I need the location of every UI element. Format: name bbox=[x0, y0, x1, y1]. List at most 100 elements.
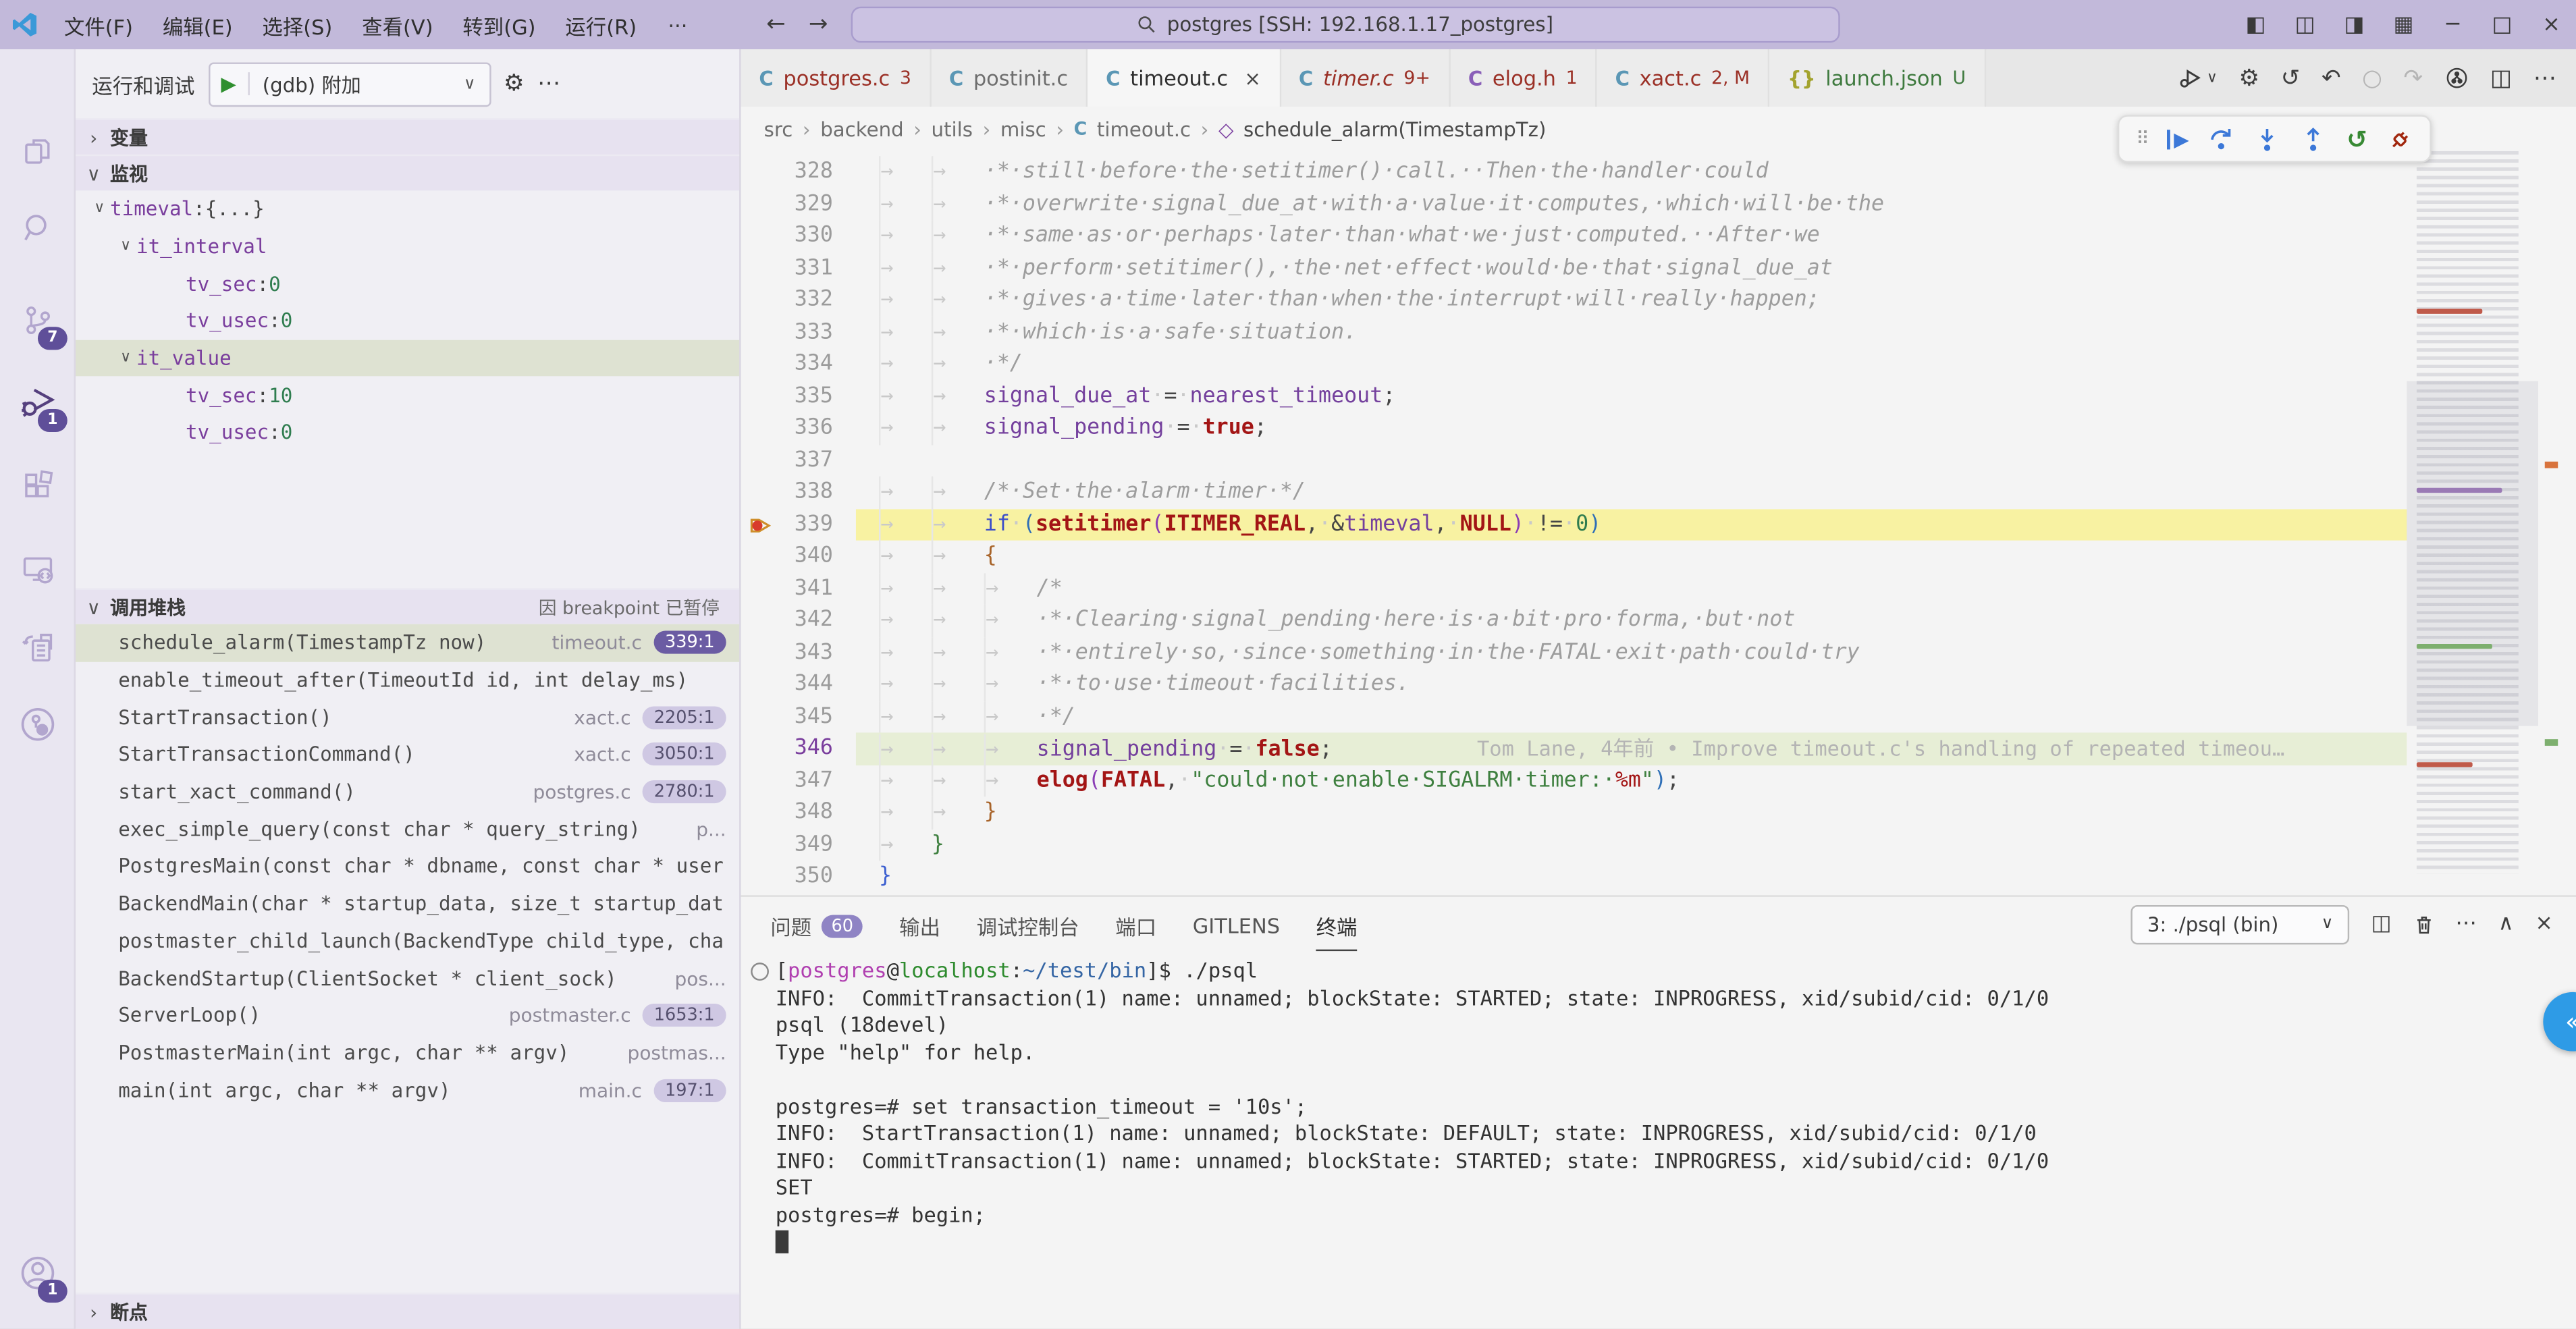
tab-postinit.c[interactable]: Cpostinit.c bbox=[931, 49, 1088, 107]
code-line[interactable]: 332→→·*·gives·a·time·later·than·when·the… bbox=[741, 284, 2576, 316]
section-breakpoints[interactable]: › 断点 bbox=[76, 1293, 739, 1329]
editor-more-icon[interactable]: ⋯ bbox=[2533, 65, 2556, 91]
menu-item[interactable]: 查看(V) bbox=[347, 14, 448, 39]
code-line[interactable]: 342→→→·*·Clearing·signal_pending·here·is… bbox=[741, 605, 2576, 636]
menu-item[interactable]: 编辑(E) bbox=[148, 14, 248, 39]
code-line[interactable]: 348→→} bbox=[741, 796, 2576, 828]
continue-icon[interactable]: ▶ bbox=[2167, 129, 2189, 148]
panel-tab-输出[interactable]: 输出 bbox=[899, 897, 940, 951]
timeline-history-icon[interactable]: ↺ bbox=[2281, 65, 2301, 91]
disconnect-icon[interactable] bbox=[2387, 126, 2413, 152]
panel-more-icon[interactable]: ⋯ bbox=[2455, 912, 2477, 937]
menu-item[interactable]: 转到(G) bbox=[448, 14, 550, 39]
step-out-icon[interactable] bbox=[2301, 126, 2327, 152]
menu-item[interactable]: 文件(F) bbox=[49, 14, 148, 39]
code-line[interactable]: 343→→→·*·entirely·so,·since·something·in… bbox=[741, 636, 2576, 668]
code-line[interactable]: 346→→→signal_pending·=·false;Tom Lane, 4… bbox=[741, 732, 2576, 764]
code-line[interactable]: 350} bbox=[741, 861, 2576, 892]
toggle-panel-icon[interactable]: ◫ bbox=[2280, 12, 2330, 37]
tab-postgres.c[interactable]: Cpostgres.c3 bbox=[741, 49, 931, 107]
debug-settings-gear-icon[interactable]: ⚙ bbox=[504, 71, 525, 97]
code-line[interactable]: 335→→signal_due_at·=·nearest_timeout; bbox=[741, 380, 2576, 412]
stack-frame-row[interactable]: schedule_alarm(TimestampTz now)timeout.c… bbox=[76, 624, 739, 661]
navigate-forward-icon[interactable]: ↷ bbox=[2404, 65, 2423, 91]
run-debug-icon[interactable]: 1 bbox=[0, 375, 74, 431]
code-line[interactable]: 333→→·*·which·is·a·safe·situation. bbox=[741, 316, 2576, 348]
panel-tab-终端[interactable]: 终端 bbox=[1316, 897, 1358, 951]
stack-frame-row[interactable]: start_xact_command()postgres.c2780:1 bbox=[76, 774, 739, 811]
minimize-button[interactable]: ─ bbox=[2428, 12, 2477, 37]
watch-row[interactable]: tv_usec: 0 bbox=[76, 414, 739, 452]
stack-frame-row[interactable]: BackendMain(char * startup_data, size_t … bbox=[76, 885, 739, 922]
kill-terminal-icon[interactable] bbox=[2413, 913, 2434, 935]
remote-explorer-icon[interactable] bbox=[0, 542, 74, 598]
toggle-secondary-sidebar-icon[interactable]: ◨ bbox=[2330, 12, 2379, 37]
panel-tab-端口[interactable]: 端口 bbox=[1115, 897, 1156, 951]
code-line[interactable]: 345→→→·*/ bbox=[741, 701, 2576, 732]
code-line[interactable]: 331→→·*·perform·setitimer(),·the·net·eff… bbox=[741, 252, 2576, 284]
breadcrumb-item[interactable]: timeout.c bbox=[1097, 117, 1191, 140]
minimap[interactable] bbox=[2407, 151, 2538, 874]
section-watch[interactable]: ∨ 监视 bbox=[76, 155, 739, 191]
code-line[interactable]: 329→→·*·overwrite·signal_due_at·with·a·v… bbox=[741, 188, 2576, 220]
code-line[interactable]: 330→→·*·same·as·or·perhaps·later·than·wh… bbox=[741, 220, 2576, 252]
stack-frame-row[interactable]: ServerLoop()postmaster.c1653:1 bbox=[76, 997, 739, 1034]
breadcrumb-item[interactable]: schedule_alarm(TimestampTz) bbox=[1243, 117, 1546, 140]
code-line[interactable]: 338→→/*·Set·the·alarm·timer·*/ bbox=[741, 477, 2576, 508]
breadcrumb-item[interactable]: backend bbox=[820, 117, 903, 140]
gitlens-icon[interactable] bbox=[0, 697, 74, 753]
tab-timer.c[interactable]: Ctimer.c9+ bbox=[1281, 49, 1450, 107]
tab-xact.c[interactable]: Cxact.c2, M bbox=[1597, 49, 1769, 107]
code-line[interactable]: 337 bbox=[741, 444, 2576, 476]
run-settings-gear-icon[interactable]: ⚙ bbox=[2239, 65, 2260, 91]
panel-tab-调试控制台[interactable]: 调试控制台 bbox=[977, 897, 1079, 951]
menu-item[interactable]: 选择(S) bbox=[248, 14, 348, 39]
extensions-icon[interactable] bbox=[0, 458, 74, 514]
stack-frame-row[interactable]: exec_simple_query(const char * query_str… bbox=[76, 811, 739, 848]
restart-icon[interactable]: ↺ bbox=[2346, 124, 2367, 154]
stack-frame-row[interactable]: main(int argc, char ** argv)main.c197:1 bbox=[76, 1071, 739, 1108]
menu-more[interactable]: ··· bbox=[651, 12, 704, 37]
split-terminal-icon[interactable]: ◫ bbox=[2371, 912, 2391, 937]
watch-row[interactable]: ∨timeval: {...} bbox=[76, 190, 739, 227]
watch-row[interactable]: tv_usec: 0 bbox=[76, 302, 739, 340]
tab-timeout.c[interactable]: Ctimeout.c× bbox=[1088, 49, 1281, 107]
debug-run-menu-icon[interactable]: ∨ bbox=[2177, 65, 2218, 91]
maximize-button[interactable]: □ bbox=[2477, 12, 2527, 37]
breadcrumb-item[interactable]: utils bbox=[932, 117, 973, 140]
section-call-stack[interactable]: ∨ 调用堆栈 因 breakpoint 已暂停 bbox=[76, 588, 739, 624]
stack-frame-row[interactable]: PostgresMain(const char * dbname, const … bbox=[76, 848, 739, 885]
drag-grip-icon[interactable]: ⠿ bbox=[2136, 128, 2147, 150]
code-editor[interactable]: 328→→·*·still·before·the·setitimer()·cal… bbox=[741, 151, 2576, 895]
maximize-panel-icon[interactable]: ∧ bbox=[2498, 912, 2514, 937]
section-variables[interactable]: › 变量 bbox=[76, 118, 739, 155]
panel-tab-GITLENS[interactable]: GITLENS bbox=[1193, 897, 1280, 951]
tab-elog.h[interactable]: Celog.h1 bbox=[1450, 49, 1597, 107]
split-editor-icon[interactable]: ◫ bbox=[2490, 65, 2512, 91]
stack-frame-row[interactable]: PostmasterMain(int argc, char ** argv)po… bbox=[76, 1034, 739, 1071]
stack-frame-row[interactable]: postmaster_child_launch(BackendType chil… bbox=[76, 923, 739, 960]
breadcrumb-item[interactable]: src bbox=[764, 117, 793, 140]
code-line[interactable]: 347→→→elog(FATAL,·"could·not·enable·SIGA… bbox=[741, 765, 2576, 796]
command-decoration-icon[interactable] bbox=[751, 962, 769, 981]
watch-row[interactable]: tv_sec: 10 bbox=[76, 377, 739, 414]
close-tab-icon[interactable]: × bbox=[1244, 67, 1260, 90]
code-line[interactable]: 334→→·*/ bbox=[741, 348, 2576, 380]
navigate-back-icon[interactable]: ↶ bbox=[2322, 65, 2341, 91]
stack-frame-row[interactable]: BackendStartup(ClientSocket * client_soc… bbox=[76, 960, 739, 997]
settings-gear-icon[interactable]: ⚙ bbox=[0, 1318, 74, 1329]
code-line[interactable]: 341→→→/* bbox=[741, 572, 2576, 604]
code-line[interactable]: 344→→→·*·to·use·timeout·facilities. bbox=[741, 669, 2576, 701]
watch-row[interactable]: tv_sec: 0 bbox=[76, 265, 739, 302]
menu-item[interactable]: 运行(R) bbox=[550, 14, 651, 39]
command-center-search[interactable]: postgres [SSH: 192.168.1.17_postgres] bbox=[851, 7, 1840, 43]
close-panel-icon[interactable]: × bbox=[2535, 912, 2553, 937]
step-over-icon[interactable] bbox=[2209, 126, 2235, 152]
watch-row[interactable]: ∨it_interval bbox=[76, 228, 739, 265]
stack-frame-row[interactable]: StartTransaction()xact.c2205:1 bbox=[76, 699, 739, 736]
start-debug-icon[interactable]: ▶ bbox=[209, 72, 249, 95]
watch-row[interactable]: ∨it_value bbox=[76, 340, 739, 377]
nav-forward-icon[interactable]: → bbox=[809, 11, 828, 38]
breadcrumb-item[interactable]: misc bbox=[1000, 117, 1046, 140]
explorer-icon[interactable] bbox=[0, 124, 74, 180]
